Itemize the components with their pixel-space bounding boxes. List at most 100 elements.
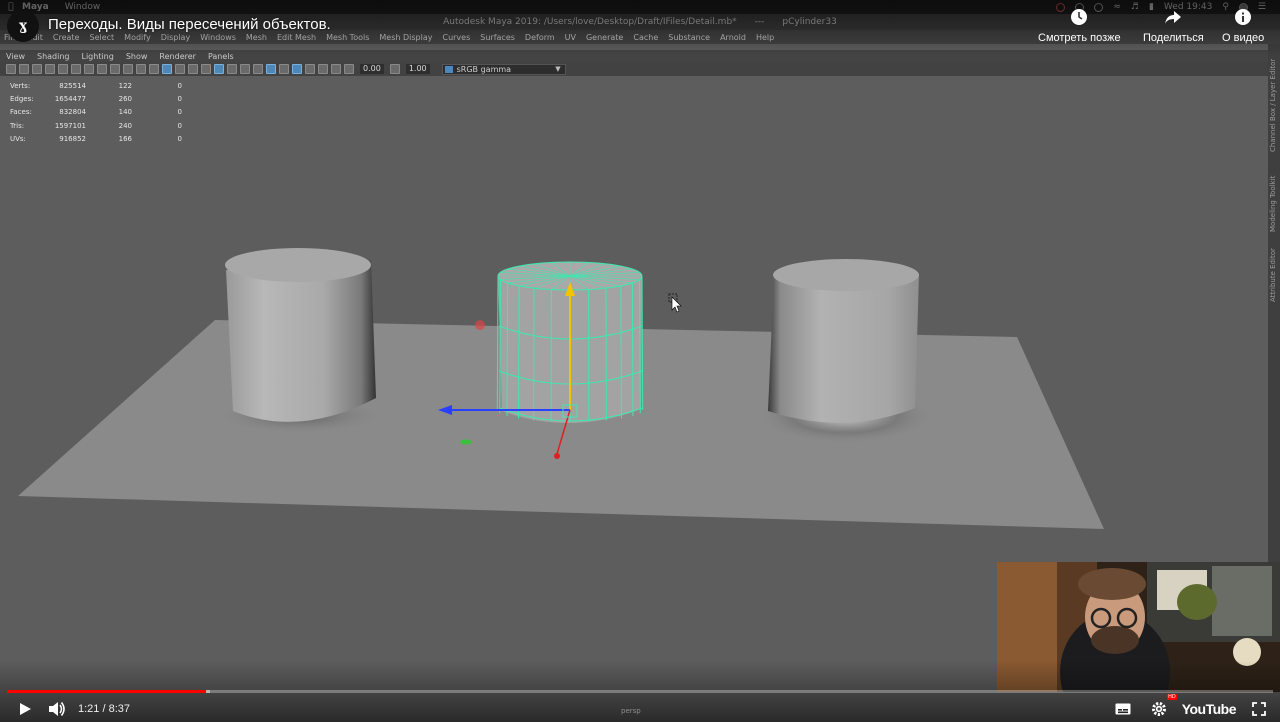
hud-value: 0 — [177, 121, 182, 130]
gamma-icon[interactable] — [389, 64, 400, 74]
progress-bar[interactable] — [7, 690, 1273, 693]
menu-select[interactable]: Select — [89, 33, 114, 42]
hud-value: 916852 — [59, 134, 86, 143]
video-title[interactable]: Переходы. Виды пересечений объектов. — [48, 16, 331, 33]
xray-icon[interactable] — [227, 64, 237, 74]
shadows-icon[interactable] — [253, 64, 263, 74]
hud-value: 825514 — [59, 81, 86, 90]
safe-title-icon[interactable] — [136, 64, 146, 74]
menu-generate[interactable]: Generate — [586, 33, 623, 42]
menu-deform[interactable]: Deform — [525, 33, 555, 42]
menu-help[interactable]: Help — [756, 33, 774, 42]
subtitles-button[interactable] — [1110, 697, 1136, 721]
right-cylinder[interactable] — [768, 259, 919, 423]
menu-cache[interactable]: Cache — [633, 33, 658, 42]
motion-blur-icon[interactable] — [279, 64, 289, 74]
clock-icon — [1070, 8, 1088, 26]
xray-joints-icon[interactable] — [240, 64, 250, 74]
watch-later-button[interactable]: Смотреть позже — [1038, 8, 1121, 44]
safe-action-icon[interactable] — [123, 64, 133, 74]
play-button[interactable] — [12, 697, 38, 721]
hud-row: Faces: 832804 140 0 — [10, 106, 182, 119]
volume-icon[interactable]: ♬ — [1131, 2, 1139, 12]
default-material-icon[interactable] — [175, 64, 185, 74]
camera-select-icon[interactable] — [6, 64, 16, 74]
video-player[interactable]:  Maya Window ≈ ♬ ▮ Wed 19:43 ⚲ ☰ Autode… — [0, 0, 1280, 722]
hud-value: 0 — [177, 108, 182, 117]
menu-arnold[interactable]: Arnold — [720, 33, 746, 42]
info-icon — [1234, 8, 1252, 26]
xray-active-icon[interactable] — [331, 64, 341, 74]
hud-row: Verts: 825514 122 0 — [10, 79, 182, 92]
hud-value: 122 — [118, 81, 132, 90]
color-space-select[interactable]: sRGB gamma ▼ — [441, 63, 566, 75]
panel-menu-panels[interactable]: Panels — [208, 52, 234, 61]
channel-logo[interactable]: ɣ — [7, 10, 39, 42]
volume-button[interactable] — [44, 697, 70, 721]
gamma-field[interactable]: 1.00 — [405, 64, 430, 74]
menu-mesh-display[interactable]: Mesh Display — [379, 33, 432, 42]
ambient-occlusion-icon[interactable] — [266, 64, 276, 74]
tab-channel-box[interactable]: Channel Box / Layer Editor — [1269, 59, 1277, 152]
fullscreen-button[interactable] — [1246, 697, 1272, 721]
youtube-logo[interactable]: YouTube — [1182, 701, 1237, 717]
hud-value: 0 — [177, 94, 182, 103]
menu-substance[interactable]: Substance — [668, 33, 710, 42]
hd-badge: HD — [1167, 694, 1177, 700]
wireframe-icon[interactable] — [149, 64, 159, 74]
menu-uv[interactable]: UV — [565, 33, 576, 42]
menu-mesh-tools[interactable]: Mesh Tools — [326, 33, 369, 42]
menu-modify[interactable]: Modify — [124, 33, 151, 42]
menu-mesh[interactable]: Mesh — [246, 33, 267, 42]
share-icon — [1164, 8, 1182, 26]
menu-create[interactable]: Create — [53, 33, 80, 42]
tab-attribute-editor[interactable]: Attribute Editor — [1269, 248, 1277, 302]
field-chart-icon[interactable] — [110, 64, 120, 74]
antialiasing-icon[interactable] — [292, 64, 302, 74]
about-video-button[interactable]: О видео — [1222, 8, 1264, 44]
film-gate-icon[interactable] — [71, 64, 81, 74]
panel-menu-renderer[interactable]: Renderer — [159, 52, 196, 61]
isolate-select-icon[interactable] — [318, 64, 328, 74]
wireframe-on-shaded-icon[interactable] — [214, 64, 224, 74]
panel-menu-lighting[interactable]: Lighting — [81, 52, 113, 61]
menu-edit-mesh[interactable]: Edit Mesh — [277, 33, 316, 42]
chevron-down-icon: ▼ — [555, 64, 561, 73]
panel-menu-view[interactable]: View — [6, 52, 25, 61]
tab-modeling-toolkit[interactable]: Modeling Toolkit — [1269, 176, 1277, 232]
time-total: 8:37 — [108, 703, 131, 715]
hud-value: 140 — [118, 108, 132, 117]
menu-curves[interactable]: Curves — [442, 33, 470, 42]
color-space-value: sRGB gamma — [456, 64, 512, 74]
title-separator: --- — [754, 17, 765, 27]
gate-mask-icon[interactable] — [97, 64, 107, 74]
smooth-shade-icon[interactable] — [162, 64, 172, 74]
menu-surfaces[interactable]: Surfaces — [480, 33, 515, 42]
share-button[interactable]: Поделиться — [1143, 8, 1204, 44]
lights-icon[interactable] — [201, 64, 211, 74]
mac-menu-window[interactable]: Window — [65, 2, 101, 12]
gear-icon — [1151, 702, 1166, 716]
fullscreen-icon — [1252, 702, 1266, 716]
time-display: 1:21 / 8:37 — [78, 703, 130, 715]
camera-attr-icon[interactable] — [19, 64, 29, 74]
textured-icon[interactable] — [188, 64, 198, 74]
hud-label: Verts: — [10, 81, 31, 90]
image-plane-icon[interactable] — [45, 64, 55, 74]
exposure-icon[interactable] — [344, 64, 354, 74]
hud-row: Edges: 1654477 260 0 — [10, 92, 182, 105]
maya-window-title: Autodesk Maya 2019: /Users/love/Desktop/… — [443, 17, 737, 27]
exposure-field[interactable]: 0.00 — [360, 64, 384, 74]
bookmark-icon[interactable] — [32, 64, 42, 74]
settings-button[interactable]: HD — [1146, 694, 1177, 721]
panel-menu-shading[interactable]: Shading — [37, 52, 70, 61]
panel-menu-show[interactable]: Show — [126, 52, 148, 61]
resolution-gate-icon[interactable] — [84, 64, 94, 74]
hud-label: Edges: — [10, 94, 34, 103]
menu-display[interactable]: Display — [161, 33, 191, 42]
grid-icon[interactable] — [58, 64, 68, 74]
menu-windows[interactable]: Windows — [200, 33, 236, 42]
depth-of-field-icon[interactable] — [305, 64, 315, 74]
play-icon — [20, 703, 31, 715]
left-cylinder[interactable] — [225, 248, 376, 422]
